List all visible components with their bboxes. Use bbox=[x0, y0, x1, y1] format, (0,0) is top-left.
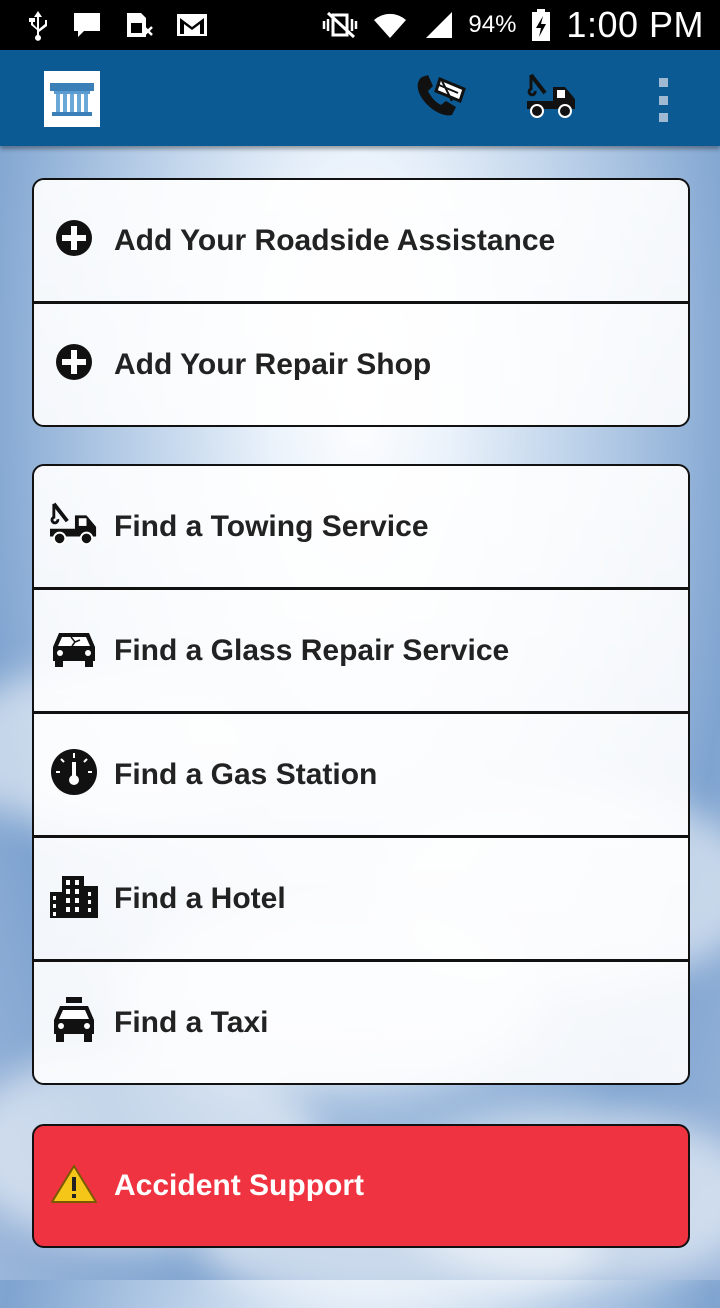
tow-truck-icon bbox=[523, 71, 581, 126]
plus-circle-icon bbox=[54, 218, 94, 263]
vibrate-icon bbox=[322, 11, 358, 39]
row-label: Find a Towing Service bbox=[114, 509, 429, 543]
usb-icon bbox=[26, 9, 50, 41]
row-label: Find a Glass Repair Service bbox=[114, 633, 510, 667]
find-group: Find a Towing Service Find a Glass Repai… bbox=[32, 464, 690, 1085]
clock: 1:00 PM bbox=[566, 4, 704, 45]
battery-charging-icon bbox=[530, 8, 552, 42]
battery-percent: 94% bbox=[468, 11, 517, 38]
plus-circle-icon bbox=[54, 342, 94, 387]
find-towing-row[interactable]: Find a Towing Service bbox=[34, 466, 688, 590]
hotel-icon bbox=[48, 872, 100, 925]
tow-truck-button[interactable] bbox=[522, 68, 582, 128]
add-roadside-assistance-row[interactable]: Add Your Roadside Assistance bbox=[34, 180, 688, 304]
row-label: Find a Gas Station bbox=[114, 757, 378, 791]
find-hotel-row[interactable]: Find a Hotel bbox=[34, 838, 688, 962]
add-group: Add Your Roadside Assistance Add Your Re… bbox=[32, 178, 690, 427]
overflow-menu-icon bbox=[658, 78, 668, 87]
wifi-icon bbox=[372, 10, 408, 40]
car-glass-icon bbox=[49, 627, 99, 674]
building-columns-logo[interactable] bbox=[44, 71, 100, 127]
signal-icon bbox=[422, 10, 454, 40]
gmail-icon bbox=[176, 12, 208, 38]
app-bar bbox=[0, 50, 720, 146]
find-taxi-row[interactable]: Find a Taxi bbox=[34, 962, 688, 1083]
sim-icon bbox=[124, 11, 154, 39]
status-bar: 94% 1:00 PM bbox=[0, 0, 720, 50]
warning-icon bbox=[51, 1164, 97, 1209]
row-label: Add Your Roadside Assistance bbox=[114, 223, 556, 257]
overflow-menu-button[interactable] bbox=[652, 78, 674, 122]
row-label: Add Your Repair Shop bbox=[114, 347, 432, 381]
row-label: Find a Hotel bbox=[114, 881, 286, 915]
row-label: Find a Taxi bbox=[114, 1005, 269, 1039]
find-gas-station-row[interactable]: Find a Gas Station bbox=[34, 714, 688, 838]
find-glass-repair-row[interactable]: Find a Glass Repair Service bbox=[34, 590, 688, 714]
gauge-icon bbox=[50, 748, 98, 801]
add-repair-shop-row[interactable]: Add Your Repair Shop bbox=[34, 304, 688, 425]
accident-support-label: Accident Support bbox=[114, 1169, 365, 1202]
call-icon bbox=[412, 71, 468, 126]
tow-truck-icon bbox=[46, 500, 102, 553]
accident-support-button[interactable]: Accident Support bbox=[32, 1124, 690, 1248]
message-icon bbox=[72, 11, 102, 39]
call-button[interactable] bbox=[410, 68, 470, 128]
taxi-icon bbox=[50, 996, 98, 1049]
